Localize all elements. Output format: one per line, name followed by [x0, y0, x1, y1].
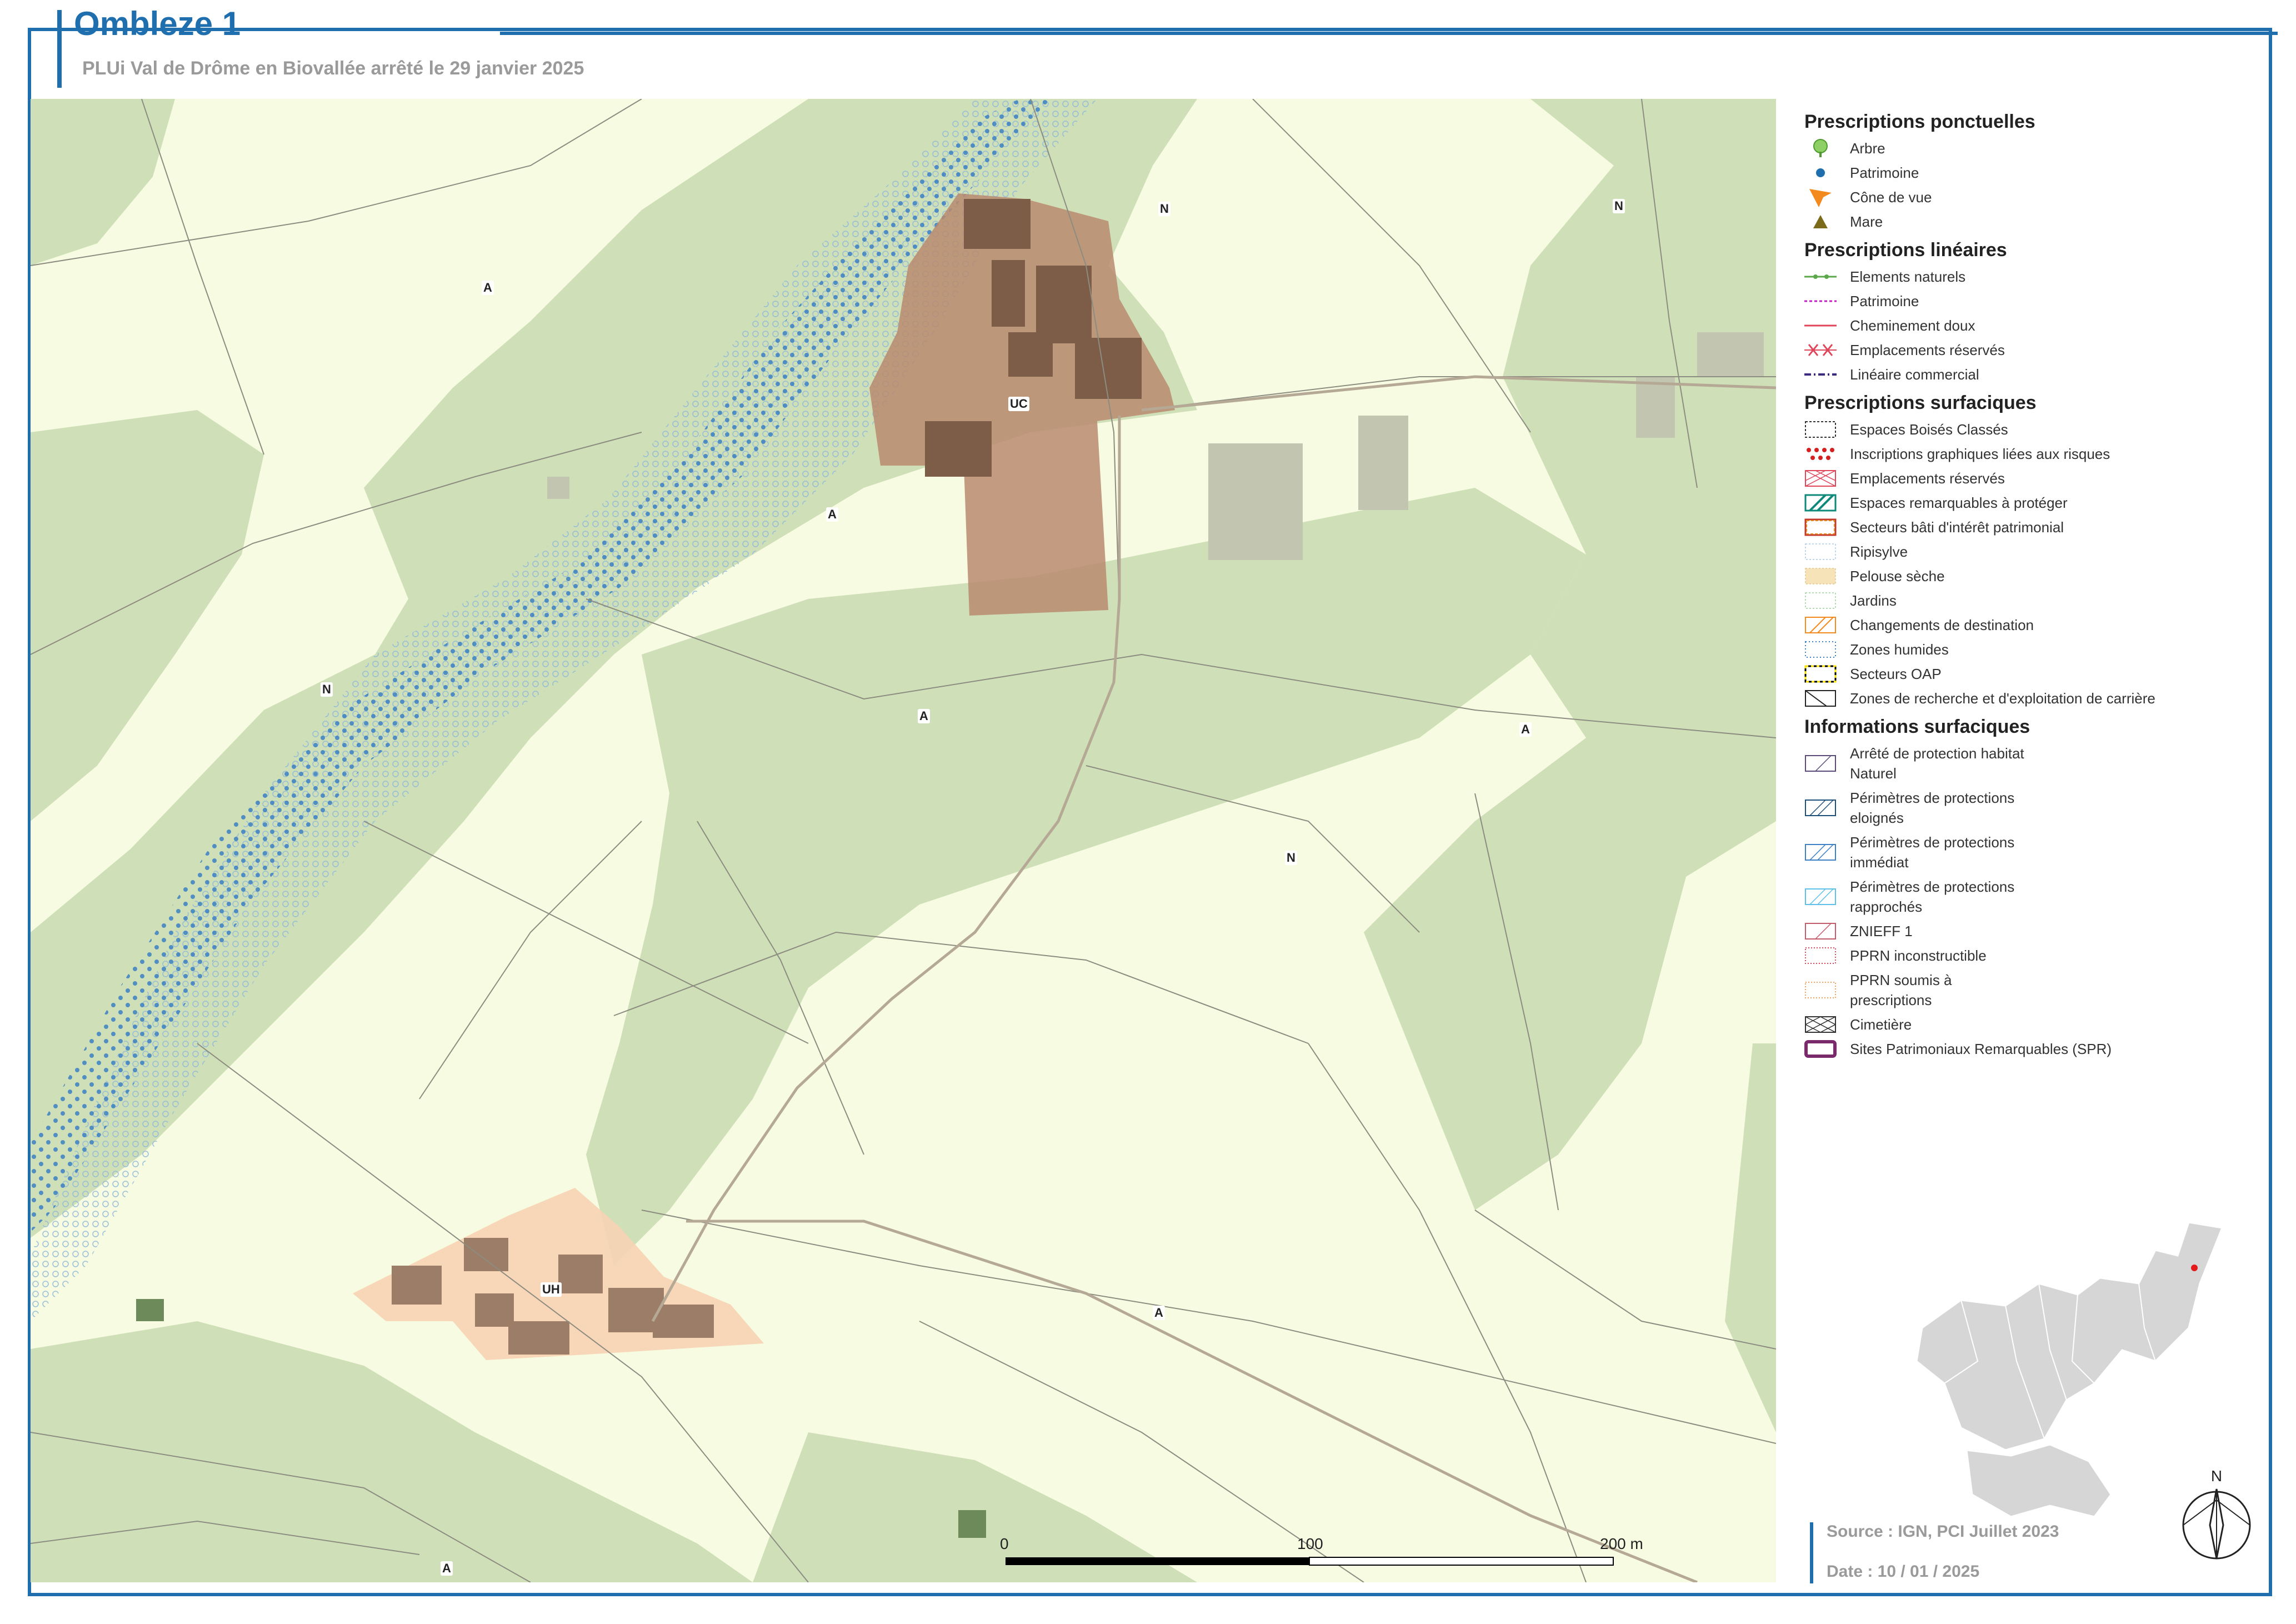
date-text: Date : 10 / 01 / 2025 [1827, 1562, 1980, 1581]
legend-item: Cône de vue [1804, 185, 2271, 209]
zone-label: N [1613, 199, 1625, 213]
legend-item: Ripisylve [1804, 539, 2271, 564]
legend-item: Sites Patrimoniaux Remarquables (SPR) [1804, 1037, 2271, 1061]
legend-item: Périmètres de protections immédiat [1804, 830, 2271, 875]
map-title: Ombleze 1 [74, 5, 241, 42]
legend-item: ZNIEFF 1 [1804, 919, 2271, 943]
point-icon [1804, 164, 1837, 182]
legend-section-title: Informations surfaciques [1804, 716, 2030, 737]
zone-label: A [826, 507, 838, 522]
scale-label: 100 [1297, 1535, 1323, 1552]
legend-item: Emplacements réservés [1804, 466, 2271, 491]
zone-label: UC [1008, 397, 1029, 411]
zone-label: UH [541, 1282, 562, 1297]
scale-label: 0 [1000, 1535, 1009, 1552]
zone-label: N [1285, 851, 1297, 865]
map-layers [31, 99, 1776, 1582]
zone-label: A [1519, 722, 1532, 737]
header-rule [500, 32, 2278, 35]
legend-section-title: Prescriptions ponctuelles [1804, 111, 2035, 132]
zone-label: N [1158, 202, 1170, 216]
map-subtitle: PLUi Val de Drôme en Biovallée arrêté le… [82, 58, 584, 79]
location-marker [2191, 1265, 2198, 1271]
legend-item: Périmètres de protections eloignés [1804, 786, 2271, 830]
legend-item: Changements de destination [1804, 613, 2271, 637]
zone-label: A [1153, 1306, 1165, 1320]
triangle-icon [1804, 213, 1837, 231]
source-text: Source : IGN, PCI Juillet 2023 [1827, 1522, 2059, 1541]
tree-icon [1804, 139, 1837, 157]
legend-item: Zones de recherche et d'exploitation de … [1804, 686, 2271, 711]
legend-item: Linéaire commercial [1804, 366, 1979, 383]
zone-label: A [441, 1561, 453, 1576]
legend: Prescriptions ponctuelles Arbre Patrimoi… [1804, 106, 2271, 1061]
legend-item: PPRN soumis à prescriptions [1804, 968, 2271, 1012]
legend-item: Cimetière [1804, 1012, 2271, 1037]
legend-item: Inscriptions graphiques liées aux risque… [1804, 442, 2271, 466]
legend-item: Emplacements réservés [1804, 338, 2271, 362]
legend-item: Cheminement doux [1804, 317, 1975, 334]
legend-item: Secteurs OAP [1804, 662, 2271, 686]
legend-item: Zones humides [1804, 637, 2271, 662]
zone-label: N [321, 682, 333, 697]
legend-item: Jardins [1804, 588, 2271, 613]
zone-label: A [918, 709, 930, 723]
title-accent-bar [57, 10, 62, 88]
legend-item: PPRN inconstructible [1804, 943, 2271, 968]
map-canvas[interactable]: A N N UC A N A A N UH A A 0 100 200 m [31, 99, 1776, 1582]
legend-section-title: Prescriptions surfaciques [1804, 392, 2037, 413]
legend-section-title: Prescriptions linéaires [1804, 239, 2007, 261]
legend-item: Mare [1804, 209, 2271, 234]
legend-item: Espaces remarquables à protéger [1804, 491, 2271, 515]
zone-label: A [482, 281, 494, 295]
legend-item: Elements naturels [1804, 264, 2271, 289]
view-cone-icon [1804, 188, 1837, 207]
legend-item: Espaces Boisés Classés [1804, 417, 2271, 442]
source-block: Source : IGN, PCI Juillet 2023 Date : 10… [1810, 1522, 2280, 1583]
legend-item: Pelouse sèche [1804, 564, 2271, 588]
scale-bar [1006, 1557, 1614, 1566]
legend-item: Patrimoine [1804, 293, 1919, 309]
legend-item: Arrêté de protection habitat Naturel [1804, 741, 2271, 786]
legend-item: Patrimoine [1804, 161, 2271, 185]
legend-item: Périmètres de protections rapprochés [1804, 875, 2271, 919]
scale-label: 200 m [1600, 1535, 1643, 1552]
legend-item: Arbre [1804, 136, 2271, 161]
legend-item: Secteurs bâti d'intérêt patrimonial [1804, 515, 2271, 539]
north-label: N [2211, 1467, 2222, 1485]
